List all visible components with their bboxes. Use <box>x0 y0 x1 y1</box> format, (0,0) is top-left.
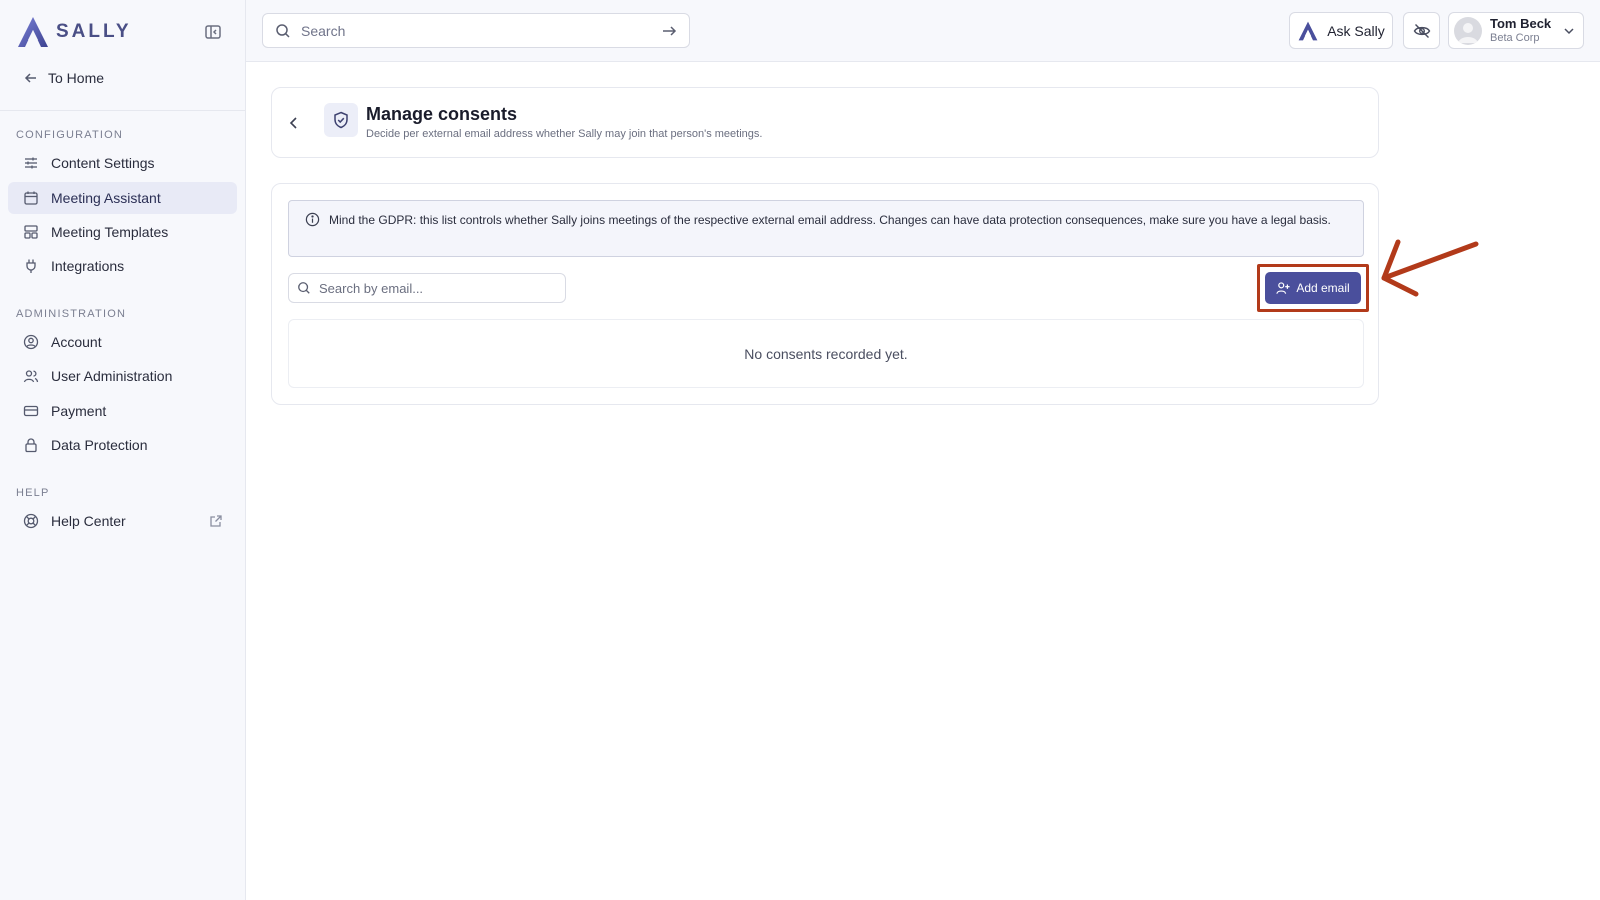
user-circle-icon <box>23 334 39 350</box>
section-administration: ADMINISTRATION <box>16 308 127 320</box>
empty-state: No consents recorded yet. <box>288 319 1364 388</box>
sidebar-item-label: Meeting Assistant <box>51 190 161 206</box>
template-icon <box>24 225 38 239</box>
info-icon <box>305 212 320 227</box>
user-menu-button[interactable]: Tom Beck Beta Corp <box>1448 12 1584 49</box>
chevron-down-icon <box>1564 28 1574 35</box>
email-search-input[interactable] <box>319 280 565 296</box>
search-icon <box>276 23 290 38</box>
brand-name: SALLY <box>56 21 132 42</box>
credit-card-icon <box>23 405 39 417</box>
page-title: Manage consents <box>366 104 518 124</box>
sally-logo-icon <box>18 17 48 47</box>
sidebar-item-payment[interactable]: Payment <box>8 395 237 427</box>
lock-icon <box>25 438 37 453</box>
sidebar-item-label: Help Center <box>51 513 126 529</box>
sidebar-item-label: User Administration <box>51 368 173 384</box>
consents-card: Mind the GDPR: this list controls whethe… <box>271 183 1379 405</box>
page-subtitle: Decide per external email address whethe… <box>366 128 763 140</box>
shield-check-icon <box>334 111 348 129</box>
chevron-left-icon <box>289 117 297 129</box>
avatar <box>1454 16 1482 45</box>
user-org: Beta Corp <box>1490 31 1540 44</box>
sidebar-item-label: Content Settings <box>51 155 155 171</box>
sidebar-item-label: Integrations <box>51 258 125 274</box>
to-home-label: To Home <box>48 70 105 86</box>
arrow-right-icon[interactable] <box>661 23 677 39</box>
page-icon <box>324 103 358 137</box>
add-email-button[interactable]: Add email <box>1265 272 1361 304</box>
sidebar-item-help-center[interactable]: Help Center <box>8 505 237 537</box>
calendar-icon <box>24 191 38 205</box>
search-icon <box>298 282 310 294</box>
user-icon <box>1458 22 1478 43</box>
sidebar-item-label: Data Protection <box>51 437 148 453</box>
sidebar: SALLY To Home CONFIGURATION Content Sett… <box>0 0 246 900</box>
sidebar-item-meeting-templates[interactable]: Meeting Templates <box>8 216 237 248</box>
users-icon <box>23 370 39 383</box>
user-name: Tom Beck <box>1490 15 1552 31</box>
section-help: HELP <box>16 487 50 499</box>
sidebar-item-label: Meeting Templates <box>51 224 169 240</box>
sidebar-item-data-protection[interactable]: Data Protection <box>8 429 237 461</box>
sidebar-item-content-settings[interactable]: Content Settings <box>8 147 237 179</box>
sidebar-item-account[interactable]: Account <box>8 326 237 358</box>
back-button[interactable] <box>286 115 302 131</box>
sally-logo-icon <box>1298 21 1318 40</box>
arrow-left-icon <box>24 73 36 83</box>
sidebar-divider <box>0 110 246 111</box>
user-plus-icon <box>1276 282 1290 294</box>
add-email-label: Add email <box>1296 281 1350 295</box>
top-header: Ask Sally Tom Beck Beta Corp <box>246 0 1600 62</box>
brand-logo[interactable]: SALLY <box>16 15 132 49</box>
to-home-link[interactable]: To Home <box>16 66 104 90</box>
sidebar-item-meeting-assistant[interactable]: Meeting Assistant <box>8 182 237 214</box>
lifebuoy-icon <box>23 513 39 529</box>
ask-sally-label: Ask Sally <box>1327 22 1385 39</box>
privacy-toggle-button[interactable] <box>1403 12 1440 49</box>
external-link-icon <box>210 515 222 527</box>
sliders-icon <box>25 157 37 169</box>
ask-sally-button[interactable]: Ask Sally <box>1289 12 1393 49</box>
empty-state-text: No consents recorded yet. <box>744 345 908 362</box>
plug-icon <box>26 259 36 273</box>
eye-off-icon <box>1413 23 1430 38</box>
collapse-sidebar-icon[interactable] <box>203 22 223 42</box>
sidebar-item-user-administration[interactable]: User Administration <box>8 360 237 392</box>
gdpr-notice-text: Mind the GDPR: this list controls whethe… <box>329 213 1331 227</box>
sidebar-item-label: Payment <box>51 403 107 419</box>
section-configuration: CONFIGURATION <box>16 129 124 141</box>
global-search[interactable] <box>262 13 690 48</box>
sidebar-item-label: Account <box>51 334 102 350</box>
global-search-input[interactable] <box>301 22 661 39</box>
annotation-arrow-icon <box>1381 239 1479 297</box>
gdpr-notice: Mind the GDPR: this list controls whethe… <box>288 200 1364 257</box>
page-header-card: Manage consents Decide per external emai… <box>271 87 1379 158</box>
sidebar-item-integrations[interactable]: Integrations <box>8 250 237 282</box>
email-search[interactable] <box>288 273 566 303</box>
